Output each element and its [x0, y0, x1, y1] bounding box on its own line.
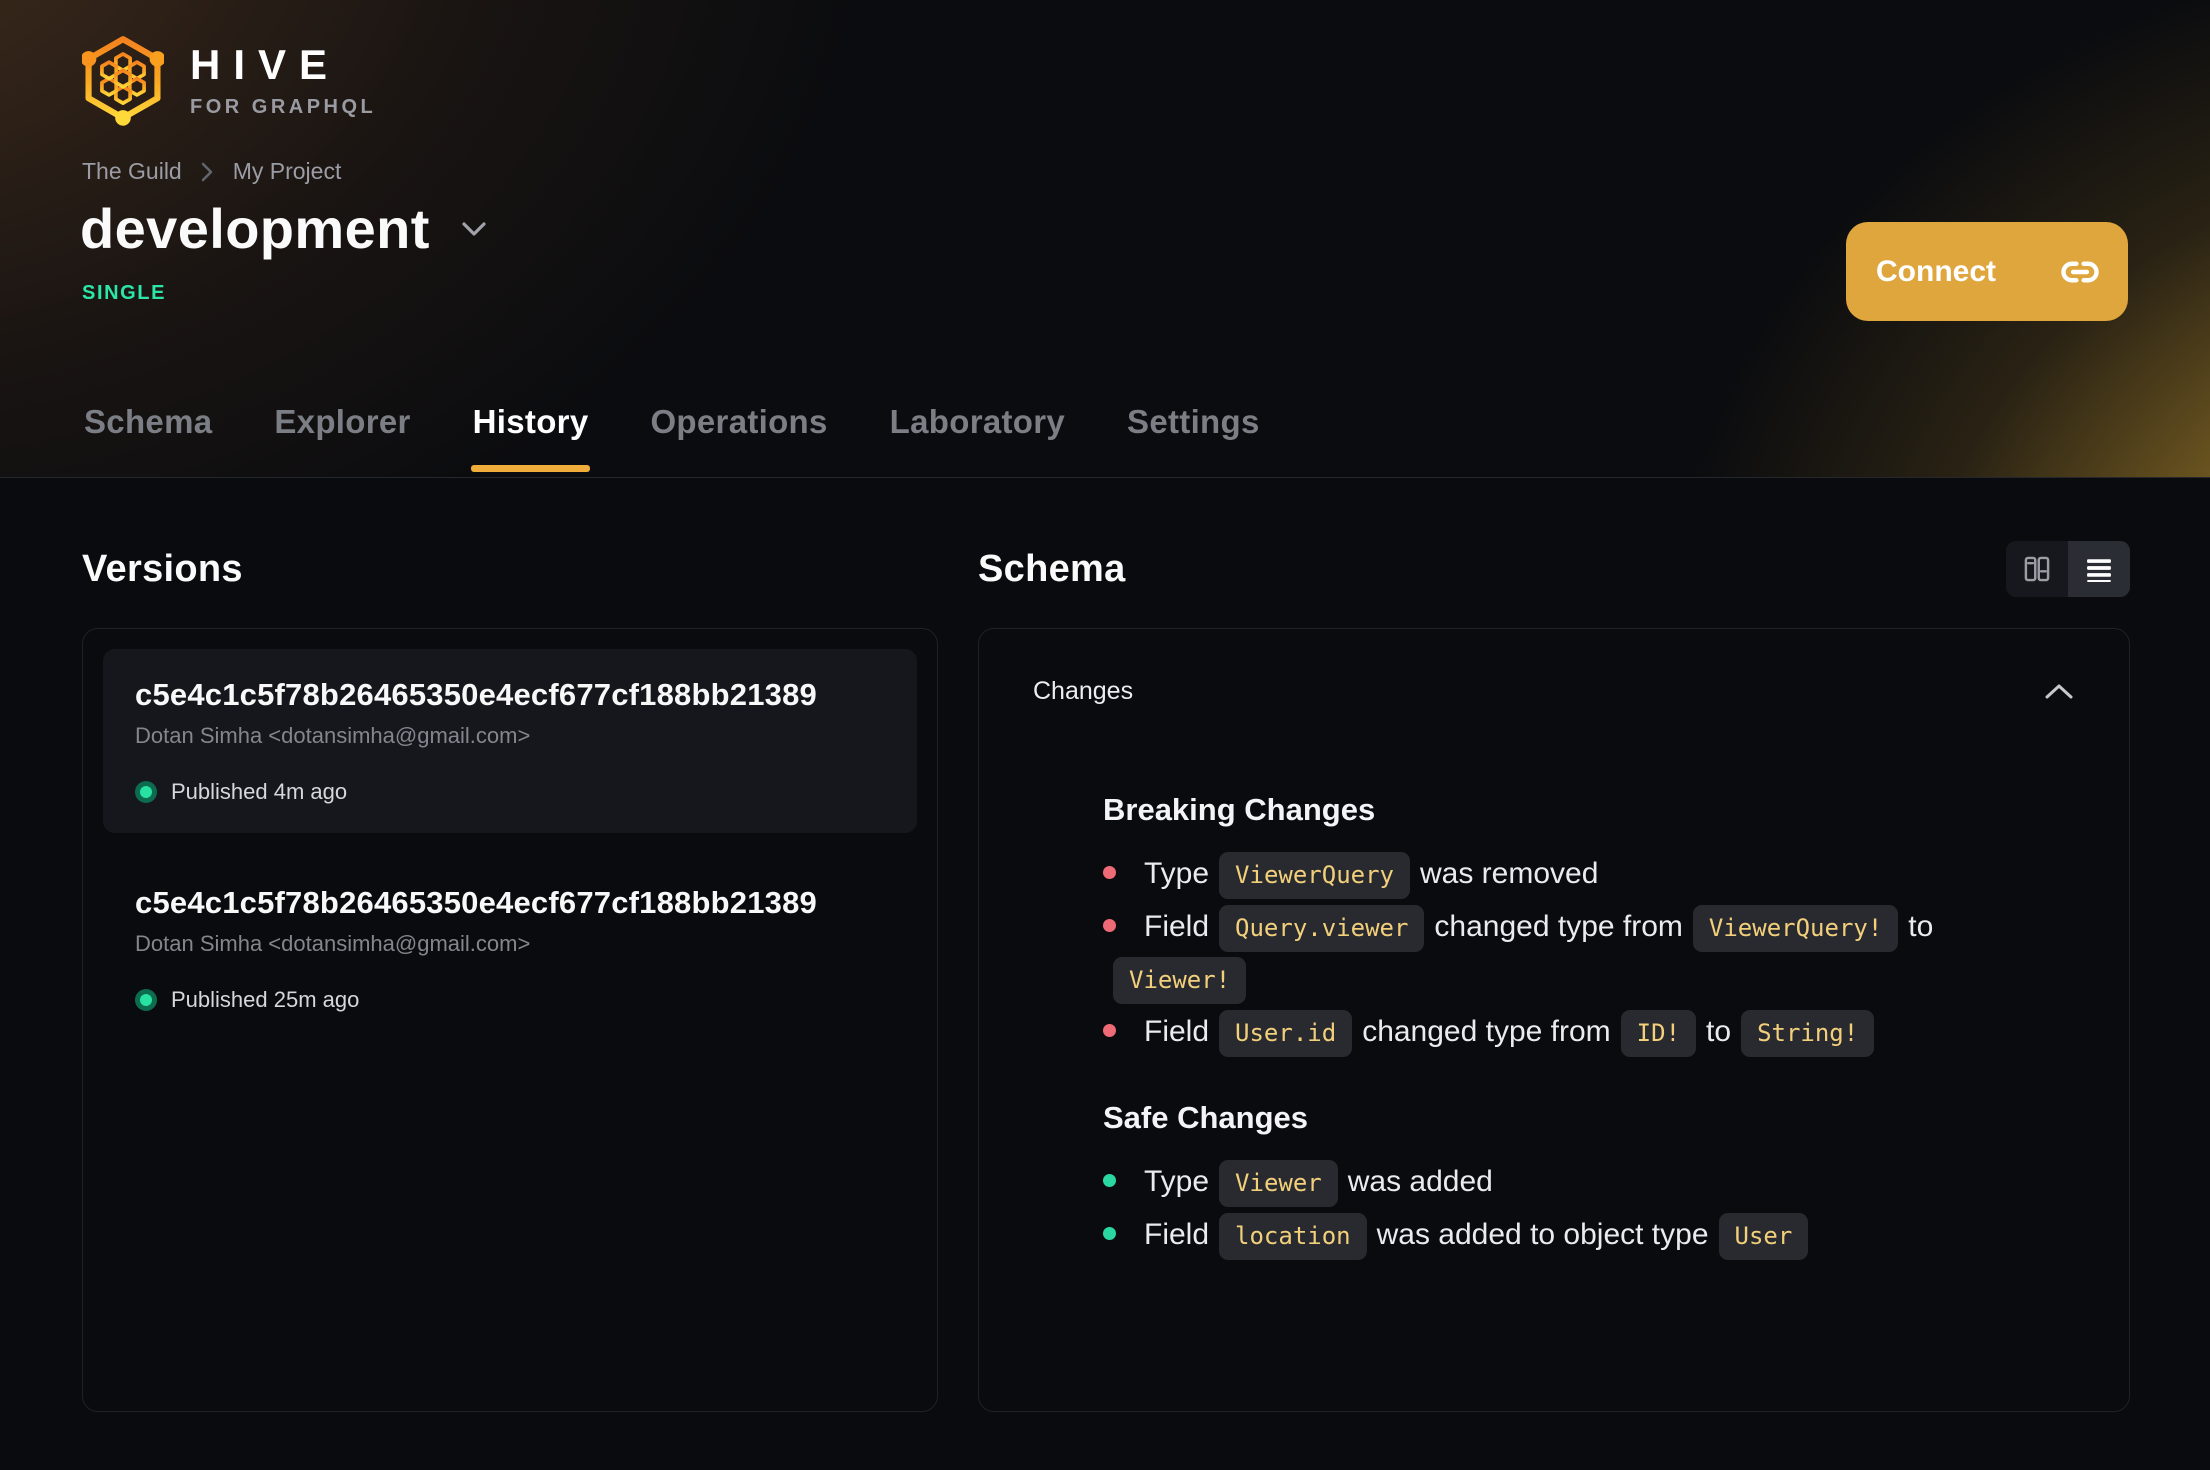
- connect-button[interactable]: Connect: [1846, 222, 2128, 321]
- page-title: development: [80, 197, 430, 260]
- schema-changes-panel: Changes Breaking Changes Type ViewerQuery…: [978, 628, 2130, 1412]
- change-item: Field Query.viewer changed type from Viewer…: [1103, 901, 2053, 1006]
- chevron-right-icon: [200, 161, 215, 183]
- version-status-text: Published 4m ago: [171, 779, 348, 804]
- main-content: Versions c5e4c1c5f78b26465350e4ecf677cf1…: [0, 478, 2210, 1412]
- tab-laboratory[interactable]: Laboratory: [888, 403, 1067, 477]
- schema-heading: Schema: [978, 547, 1126, 590]
- version-status-text: Published 25m ago: [171, 987, 360, 1012]
- breaking-bullet-icon: [1103, 918, 1116, 932]
- published-status-dot-icon: [135, 781, 157, 803]
- breaking-bullet-icon: [1103, 866, 1116, 879]
- code-chip: Viewer!: [1113, 957, 1247, 1004]
- columns-view-icon: [2023, 555, 2051, 583]
- breadcrumb-project[interactable]: My Project: [233, 158, 342, 185]
- code-chip: String!: [1741, 1009, 1875, 1057]
- change-item: Field User.id changed type from ID! to String…: [1103, 1006, 2053, 1059]
- code-chip: Viewer: [1219, 1160, 1338, 1207]
- collapse-chevron-up-icon[interactable]: [2043, 682, 2075, 701]
- brand-name: HIVE: [190, 40, 341, 88]
- changes-label: Changes: [1033, 677, 1134, 705]
- code-chip: ViewerQuery!: [1692, 904, 1899, 952]
- breadcrumb: The Guild My Project: [82, 158, 341, 185]
- version-hash: c5e4c1c5f78b26465350e4ecf677cf188bb21389: [135, 885, 817, 920]
- tab-history[interactable]: History: [470, 403, 591, 477]
- versions-column: Versions c5e4c1c5f78b26465350e4ecf677cf1…: [82, 540, 938, 1412]
- diff-view-button[interactable]: [2006, 541, 2068, 597]
- versions-panel: c5e4c1c5f78b26465350e4ecf677cf188bb21389…: [82, 628, 938, 1412]
- version-author: Dotan Simha <dotansimha@gmail.com>: [135, 723, 531, 748]
- version-list-item[interactable]: c5e4c1c5f78b26465350e4ecf677cf188bb21389…: [103, 649, 917, 833]
- tab-settings[interactable]: Settings: [1125, 403, 1262, 477]
- change-item: Type Viewer was added: [1103, 1156, 2053, 1209]
- code-chip: User: [1718, 1212, 1809, 1260]
- connect-button-label: Connect: [1876, 254, 1996, 288]
- code-chip: ID!: [1620, 1009, 1697, 1057]
- tab-schema[interactable]: Schema: [82, 403, 214, 477]
- code-chip: ViewerQuery: [1219, 852, 1410, 899]
- schema-column: Schema Changes Breaking Changes Type Vie…: [978, 540, 2130, 1412]
- main-tabs: Schema Explorer History Operations Labor…: [82, 403, 1262, 477]
- list-view-icon: [2086, 556, 2112, 582]
- tab-explorer[interactable]: Explorer: [272, 403, 412, 477]
- code-chip: location: [1219, 1212, 1367, 1260]
- safe-bullet-icon: [1103, 1226, 1116, 1240]
- status-badge: SINGLE: [82, 282, 167, 304]
- safe-changes-heading: Safe Changes: [1103, 1100, 1309, 1135]
- breadcrumb-org[interactable]: The Guild: [82, 158, 182, 185]
- brand-logo[interactable]: HIVE FOR GRAPHQL: [82, 34, 376, 128]
- page-header: HIVE FOR GRAPHQL The Guild My Project de…: [0, 0, 2210, 478]
- code-chip: Query.viewer: [1219, 904, 1425, 952]
- hive-hexagon-logo-icon: [82, 34, 164, 128]
- published-status-dot-icon: [135, 989, 157, 1011]
- brand-tagline: FOR GRAPHQL: [190, 95, 377, 118]
- code-chip: User.id: [1219, 1009, 1353, 1057]
- change-item: Field location was added to object type Use…: [1103, 1209, 2053, 1262]
- target-selector-chevron-down-icon[interactable]: [460, 220, 488, 238]
- hive-dashboard: HIVE FOR GRAPHQL The Guild My Project de…: [0, 0, 2210, 1470]
- version-hash: c5e4c1c5f78b26465350e4ecf677cf188bb21389: [135, 677, 817, 712]
- breaking-changes-list: Type ViewerQuery was removed Field Query.vi…: [1103, 848, 2075, 1058]
- version-list-item[interactable]: c5e4c1c5f78b26465350e4ecf677cf188bb21389…: [103, 857, 917, 1041]
- safe-bullet-icon: [1103, 1174, 1116, 1187]
- safe-changes-list: Type Viewer was added Field location was add…: [1103, 1156, 2075, 1261]
- breaking-changes-heading: Breaking Changes: [1103, 792, 1376, 827]
- tab-operations[interactable]: Operations: [648, 403, 829, 477]
- change-item: Type ViewerQuery was removed: [1103, 848, 2053, 901]
- link-icon: [2058, 250, 2102, 294]
- versions-heading: Versions: [82, 547, 243, 590]
- changes-section-header[interactable]: Changes: [1033, 677, 2075, 706]
- list-view-button[interactable]: [2068, 541, 2130, 597]
- version-author: Dotan Simha <dotansimha@gmail.com>: [135, 931, 531, 956]
- breaking-bullet-icon: [1103, 1023, 1116, 1037]
- schema-view-toggle: [2006, 541, 2130, 597]
